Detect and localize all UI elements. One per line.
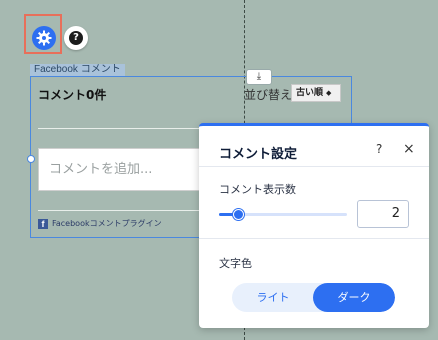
facebook-plugin-credit[interactable]: f Facebookコメントプラグイン bbox=[38, 218, 162, 229]
divider bbox=[199, 238, 429, 239]
divider bbox=[199, 166, 429, 167]
comment-count-label: コメント表示数 bbox=[219, 183, 296, 196]
widget-name-tag: Facebook コメント bbox=[30, 64, 125, 76]
help-button[interactable]: ? bbox=[64, 26, 88, 50]
settings-button[interactable] bbox=[32, 26, 56, 50]
sort-value: 古い順 bbox=[296, 88, 324, 98]
comment-count-input[interactable]: 2 bbox=[357, 200, 409, 228]
stretch-handle[interactable]: ⤓ bbox=[246, 69, 272, 85]
text-color-toggle: ライト ダーク bbox=[232, 283, 395, 312]
editor-canvas: { "toolbar": { "settings_icon": "gear-ic… bbox=[0, 0, 438, 340]
resize-handle-left[interactable] bbox=[27, 155, 35, 163]
plugin-credit-text: Facebookコメントプラグイン bbox=[52, 219, 162, 228]
text-color-label: 文字色 bbox=[219, 257, 252, 270]
panel-help-icon[interactable]: ? bbox=[376, 142, 382, 156]
comment-input[interactable]: コメントを追加... bbox=[38, 148, 200, 191]
slider-thumb[interactable] bbox=[233, 209, 245, 220]
comment-count-slider[interactable] bbox=[219, 209, 347, 220]
gear-icon bbox=[36, 30, 52, 46]
sort-dropdown[interactable]: 古い順 ◆ bbox=[291, 84, 341, 102]
close-icon[interactable]: × bbox=[403, 141, 415, 157]
divider bbox=[38, 128, 200, 129]
chevron-updown-icon: ◆ bbox=[326, 89, 332, 97]
help-icon: ? bbox=[69, 31, 83, 45]
sort-label: 並び替え bbox=[244, 88, 293, 102]
panel-title: コメント設定 bbox=[219, 147, 298, 162]
dark-option[interactable]: ダーク bbox=[313, 283, 395, 312]
light-option[interactable]: ライト bbox=[232, 283, 314, 312]
divider bbox=[38, 210, 200, 211]
comment-settings-panel: コメント設定 ? × コメント表示数 2 文字色 ライト ダーク bbox=[199, 123, 429, 328]
facebook-icon: f bbox=[38, 218, 48, 229]
comment-count: コメント0件 bbox=[38, 88, 107, 102]
